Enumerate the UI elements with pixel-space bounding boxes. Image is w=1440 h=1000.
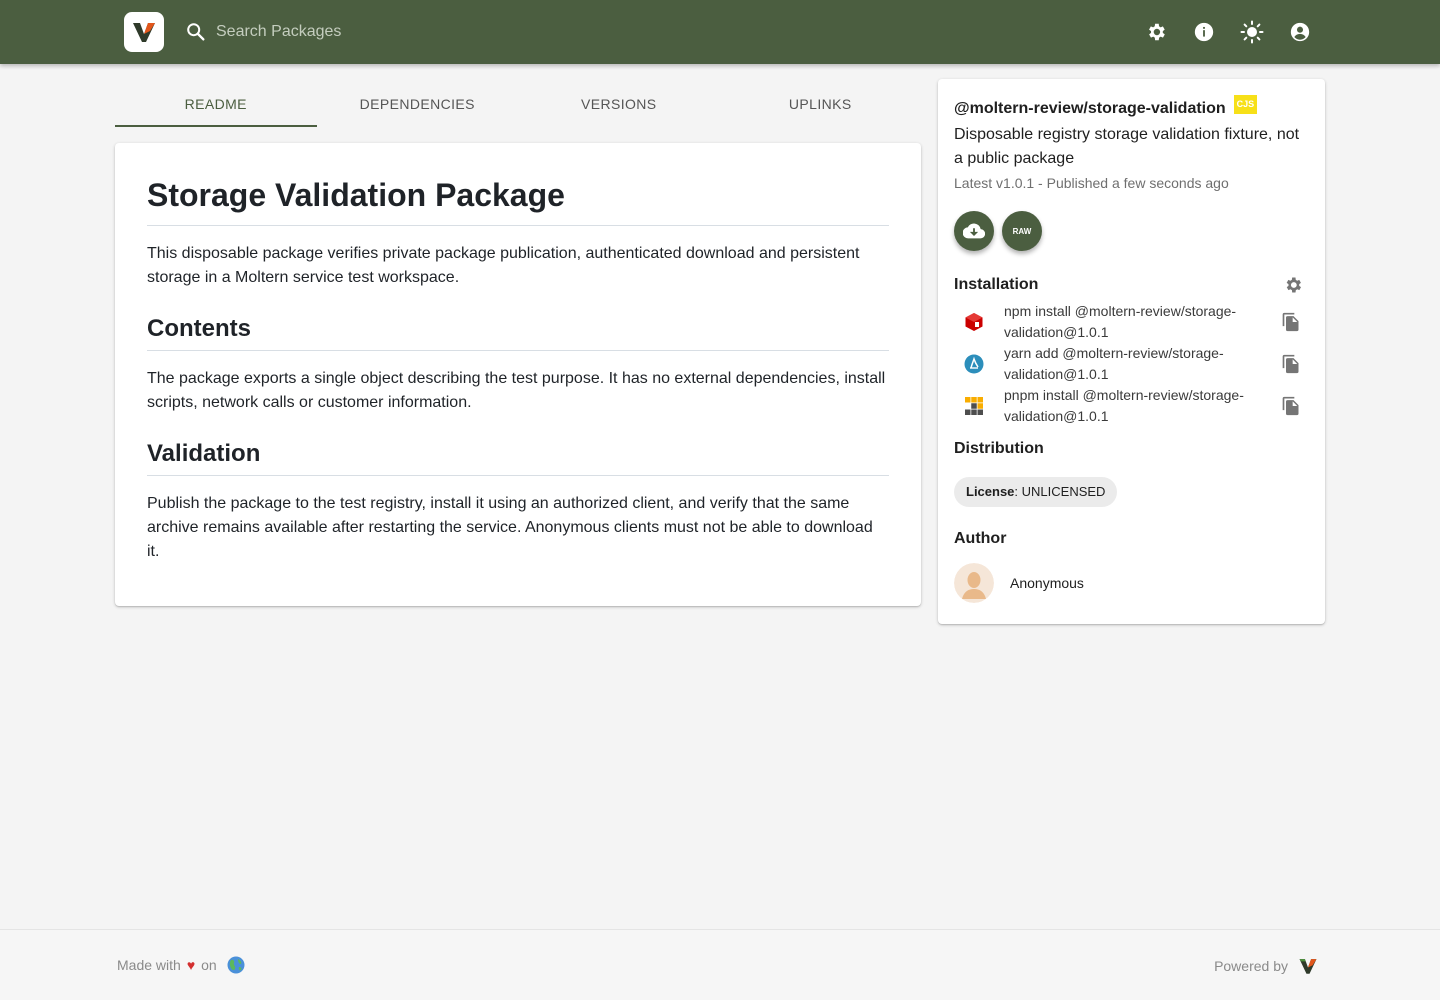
install-command-pnpm: pnpm install @moltern-review/storage-val… bbox=[1004, 387, 1244, 424]
download-tarball-button[interactable] bbox=[954, 211, 994, 251]
install-item-pnpm: pnpm install @moltern-review/storage-val… bbox=[954, 385, 1309, 427]
package-name: @moltern-review/storage-validation bbox=[954, 100, 1226, 117]
tab-uplinks[interactable]: UPLINKS bbox=[720, 80, 922, 128]
package-header: @moltern-review/storage-validation CJS bbox=[954, 95, 1309, 123]
search-icon bbox=[184, 20, 208, 44]
logo-icon bbox=[133, 23, 155, 42]
pnpm-icon bbox=[964, 396, 984, 416]
gear-icon[interactable] bbox=[1144, 20, 1168, 44]
install-command-npm: npm install @moltern-review/storage-vali… bbox=[1004, 303, 1237, 340]
readme-title: Storage Validation Package bbox=[147, 175, 889, 226]
distribution-header: Distribution bbox=[954, 437, 1309, 461]
sun-icon[interactable] bbox=[1240, 20, 1264, 44]
globe-icon bbox=[227, 956, 245, 974]
distribution-title: Distribution bbox=[954, 440, 1044, 457]
readme-contents-text: The package exports a single object desc… bbox=[147, 370, 886, 411]
readme-heading-validation: Validation bbox=[147, 439, 889, 476]
verdaccio-logo[interactable] bbox=[124, 12, 164, 52]
installation-header: Installation bbox=[954, 273, 1309, 297]
license-key: License bbox=[966, 484, 1015, 499]
copy-icon[interactable] bbox=[1279, 310, 1303, 334]
package-tabs: README DEPENDENCIES VERSIONS UPLINKS bbox=[115, 80, 921, 128]
installation-settings-icon[interactable] bbox=[1283, 275, 1303, 295]
npm-icon bbox=[964, 312, 984, 332]
package-description: Disposable registry storage validation f… bbox=[954, 126, 1300, 167]
readme-card: Storage Validation Package This disposab… bbox=[115, 143, 921, 606]
install-item-yarn: yarn add @moltern-review/storage-validat… bbox=[954, 343, 1309, 385]
avatar bbox=[954, 563, 994, 603]
author-row: Anonymous bbox=[954, 563, 1309, 603]
header-actions bbox=[1144, 20, 1312, 44]
made-with-text: Made with bbox=[117, 957, 181, 973]
raw-manifest-button[interactable]: RAW bbox=[1002, 211, 1042, 251]
package-actions: RAW bbox=[954, 211, 1309, 251]
app-bar bbox=[0, 0, 1440, 64]
account-icon[interactable] bbox=[1288, 20, 1312, 44]
tab-versions[interactable]: VERSIONS bbox=[518, 80, 720, 128]
info-icon[interactable] bbox=[1192, 20, 1216, 44]
license-value: : UNLICENSED bbox=[1014, 484, 1106, 499]
installation-title: Installation bbox=[954, 276, 1039, 293]
package-sidebar: @moltern-review/storage-validation CJS D… bbox=[938, 79, 1325, 624]
search-bar bbox=[184, 18, 584, 46]
on-text: on bbox=[201, 957, 217, 973]
verdaccio-small-logo-icon[interactable] bbox=[1298, 956, 1318, 976]
package-version-meta: Latest v1.0.1 - Published a few seconds … bbox=[954, 175, 1229, 191]
tab-readme[interactable]: README bbox=[115, 80, 317, 128]
cloud-download-icon bbox=[963, 223, 985, 239]
search-input[interactable] bbox=[216, 23, 576, 41]
footer-made-with: Made with ♥ on bbox=[117, 956, 245, 974]
footer: Made with ♥ on Powered by bbox=[0, 929, 1440, 1000]
license-chip: License: UNLICENSED bbox=[954, 477, 1118, 507]
powered-by-text: Powered by bbox=[1214, 958, 1288, 974]
install-command-yarn: yarn add @moltern-review/storage-validat… bbox=[1004, 345, 1224, 382]
copy-icon[interactable] bbox=[1279, 394, 1303, 418]
heart-icon: ♥ bbox=[186, 957, 196, 973]
readme-validation-text: Publish the package to the test registry… bbox=[147, 495, 873, 560]
footer-powered-by: Powered by bbox=[1214, 956, 1318, 976]
readme-intro: This disposable package verifies private… bbox=[147, 245, 860, 286]
author-name: Anonymous bbox=[1010, 575, 1084, 591]
install-commands: npm install @moltern-review/storage-vali… bbox=[954, 301, 1309, 427]
author-header: Author bbox=[954, 527, 1309, 551]
yarn-icon bbox=[964, 354, 984, 374]
install-item-npm: npm install @moltern-review/storage-vali… bbox=[954, 301, 1309, 343]
author-title: Author bbox=[954, 530, 1007, 547]
module-type-badge: CJS bbox=[1233, 95, 1258, 114]
tab-dependencies[interactable]: DEPENDENCIES bbox=[317, 80, 519, 128]
copy-icon[interactable] bbox=[1279, 352, 1303, 376]
readme-heading-contents: Contents bbox=[147, 314, 889, 351]
